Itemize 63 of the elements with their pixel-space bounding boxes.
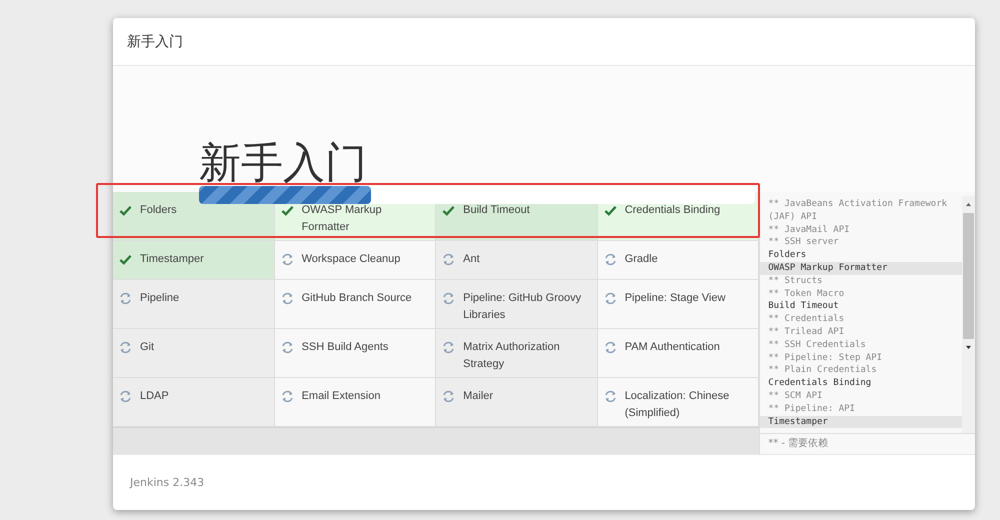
plugin-name: Folders xyxy=(140,203,177,218)
refresh-icon xyxy=(604,292,617,305)
plugin-name: OWASP Markup Formatter xyxy=(302,203,383,235)
plugin-name: Timestamper xyxy=(140,252,204,267)
log-line: ** JavaBeans Activation Framework xyxy=(768,198,948,211)
log-line: ** JavaMail API xyxy=(768,224,851,236)
plugin-name: Pipeline: GitHub Groovy Libraries xyxy=(463,291,582,323)
plugin-name: SSH Build Agents xyxy=(302,340,388,355)
refresh-icon xyxy=(442,253,456,266)
log-line: ** Credentials xyxy=(768,313,846,326)
scroll-down-icon[interactable] xyxy=(965,345,972,350)
log-line: Build Timeout xyxy=(768,300,840,314)
scroll-up-icon[interactable] xyxy=(965,202,972,207)
check-icon xyxy=(604,204,617,217)
plugin-name: Pipeline xyxy=(140,291,180,306)
plugin-name: Gradle xyxy=(624,252,658,267)
refresh-icon xyxy=(442,390,456,403)
refresh-icon xyxy=(442,292,456,305)
version-label: Jenkins 2.343 xyxy=(130,476,204,489)
plugin-name: Pipeline: Stage View xyxy=(624,291,726,306)
plugin-name: PAM Authentication xyxy=(624,340,720,355)
refresh-icon xyxy=(604,341,617,354)
log-line: ** Trilead API xyxy=(768,326,846,339)
plugin-name: Credentials Binding xyxy=(624,203,720,218)
log-line: ** Pipeline: Step API xyxy=(768,352,884,364)
plugin-name: LDAP xyxy=(140,389,169,404)
log-legend: ** - 需要依赖 xyxy=(760,433,975,454)
check-icon xyxy=(119,204,132,217)
log-line: ** Pipeline: API xyxy=(768,402,856,416)
refresh-icon xyxy=(280,341,294,354)
refresh-icon xyxy=(280,253,294,266)
plugin-name: Mailer xyxy=(463,389,494,404)
refresh-icon xyxy=(604,253,617,266)
log-line: ** Token Macro xyxy=(768,288,846,300)
plugin-name: GitHub Branch Source xyxy=(302,291,412,306)
refresh-icon xyxy=(119,341,132,354)
scrollbar-thumb[interactable] xyxy=(963,213,974,339)
check-icon xyxy=(119,253,132,266)
plugin-name: Matrix Authorization Strategy xyxy=(463,340,561,372)
plugin-name: Workspace Cleanup xyxy=(302,252,400,267)
log-line: ** SSH Credentials xyxy=(768,338,867,352)
log-line: Folders xyxy=(768,249,808,262)
log-line: Credentials Binding xyxy=(768,377,872,390)
check-icon xyxy=(442,204,456,217)
plugin-name: Git xyxy=(140,340,154,355)
window-title: 新手入门 xyxy=(127,32,183,50)
log-line: ** SSH server xyxy=(768,236,840,250)
log-line: ** SCM API xyxy=(768,390,824,403)
log-line: ** Structs xyxy=(768,274,824,288)
plugin-name: Email Extension xyxy=(302,389,380,404)
log-line: (JAF) API xyxy=(768,210,818,224)
plugin-name: Build Timeout xyxy=(463,203,530,218)
plugin-name: Ant xyxy=(463,252,480,267)
refresh-icon xyxy=(119,390,132,403)
plugin-name: Localization: Chinese (Simplified) xyxy=(624,389,730,421)
refresh-icon xyxy=(119,292,132,305)
refresh-icon xyxy=(280,390,294,403)
refresh-icon xyxy=(280,292,294,305)
refresh-icon xyxy=(604,390,617,403)
page-heading: 新手入门 xyxy=(199,142,367,184)
check-icon xyxy=(280,204,294,217)
refresh-icon xyxy=(442,341,456,354)
log-line: ** Plain Credentials xyxy=(768,364,878,378)
